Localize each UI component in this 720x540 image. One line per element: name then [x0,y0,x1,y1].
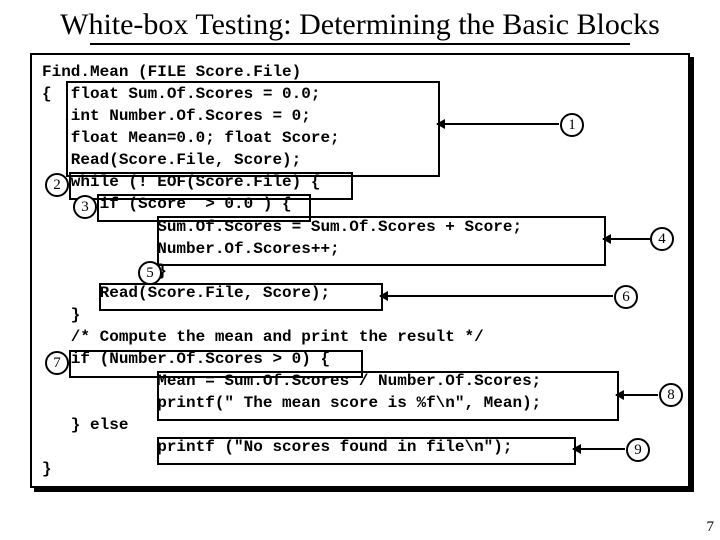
block-9-box [157,437,576,465]
code-container: Find.Mean (FILE Score.File) { float Sum.… [30,53,690,488]
block-label-2: 2 [45,173,69,197]
code-line: } [42,306,80,324]
block-label-1: 1 [560,113,584,137]
page-title: White-box Testing: Determining the Basic… [0,0,720,43]
code-line: /* Compute the mean and print the result… [42,328,484,346]
arrow-9 [573,448,625,450]
arrow-4 [603,238,650,240]
block-1-box [66,81,440,177]
code-line: } else [42,416,128,434]
block-label-5: 5 [138,261,162,285]
page-number: 7 [707,519,715,536]
block-4-box [157,216,606,266]
block-label-9: 9 [626,438,650,462]
block-label-7: 7 [45,351,69,375]
block-8-box [157,371,619,421]
code-line: Find.Mean (FILE Score.File) [42,63,301,81]
title-underline [90,43,630,45]
code-line: } [42,460,52,478]
arrow-8 [616,394,658,396]
block-label-6: 6 [614,285,638,309]
block-label-8: 8 [659,383,683,407]
arrow-6 [380,295,613,297]
block-6-box [99,283,383,311]
block-label-4: 4 [650,227,674,251]
block-label-3: 3 [73,195,97,219]
arrow-1 [437,123,559,125]
